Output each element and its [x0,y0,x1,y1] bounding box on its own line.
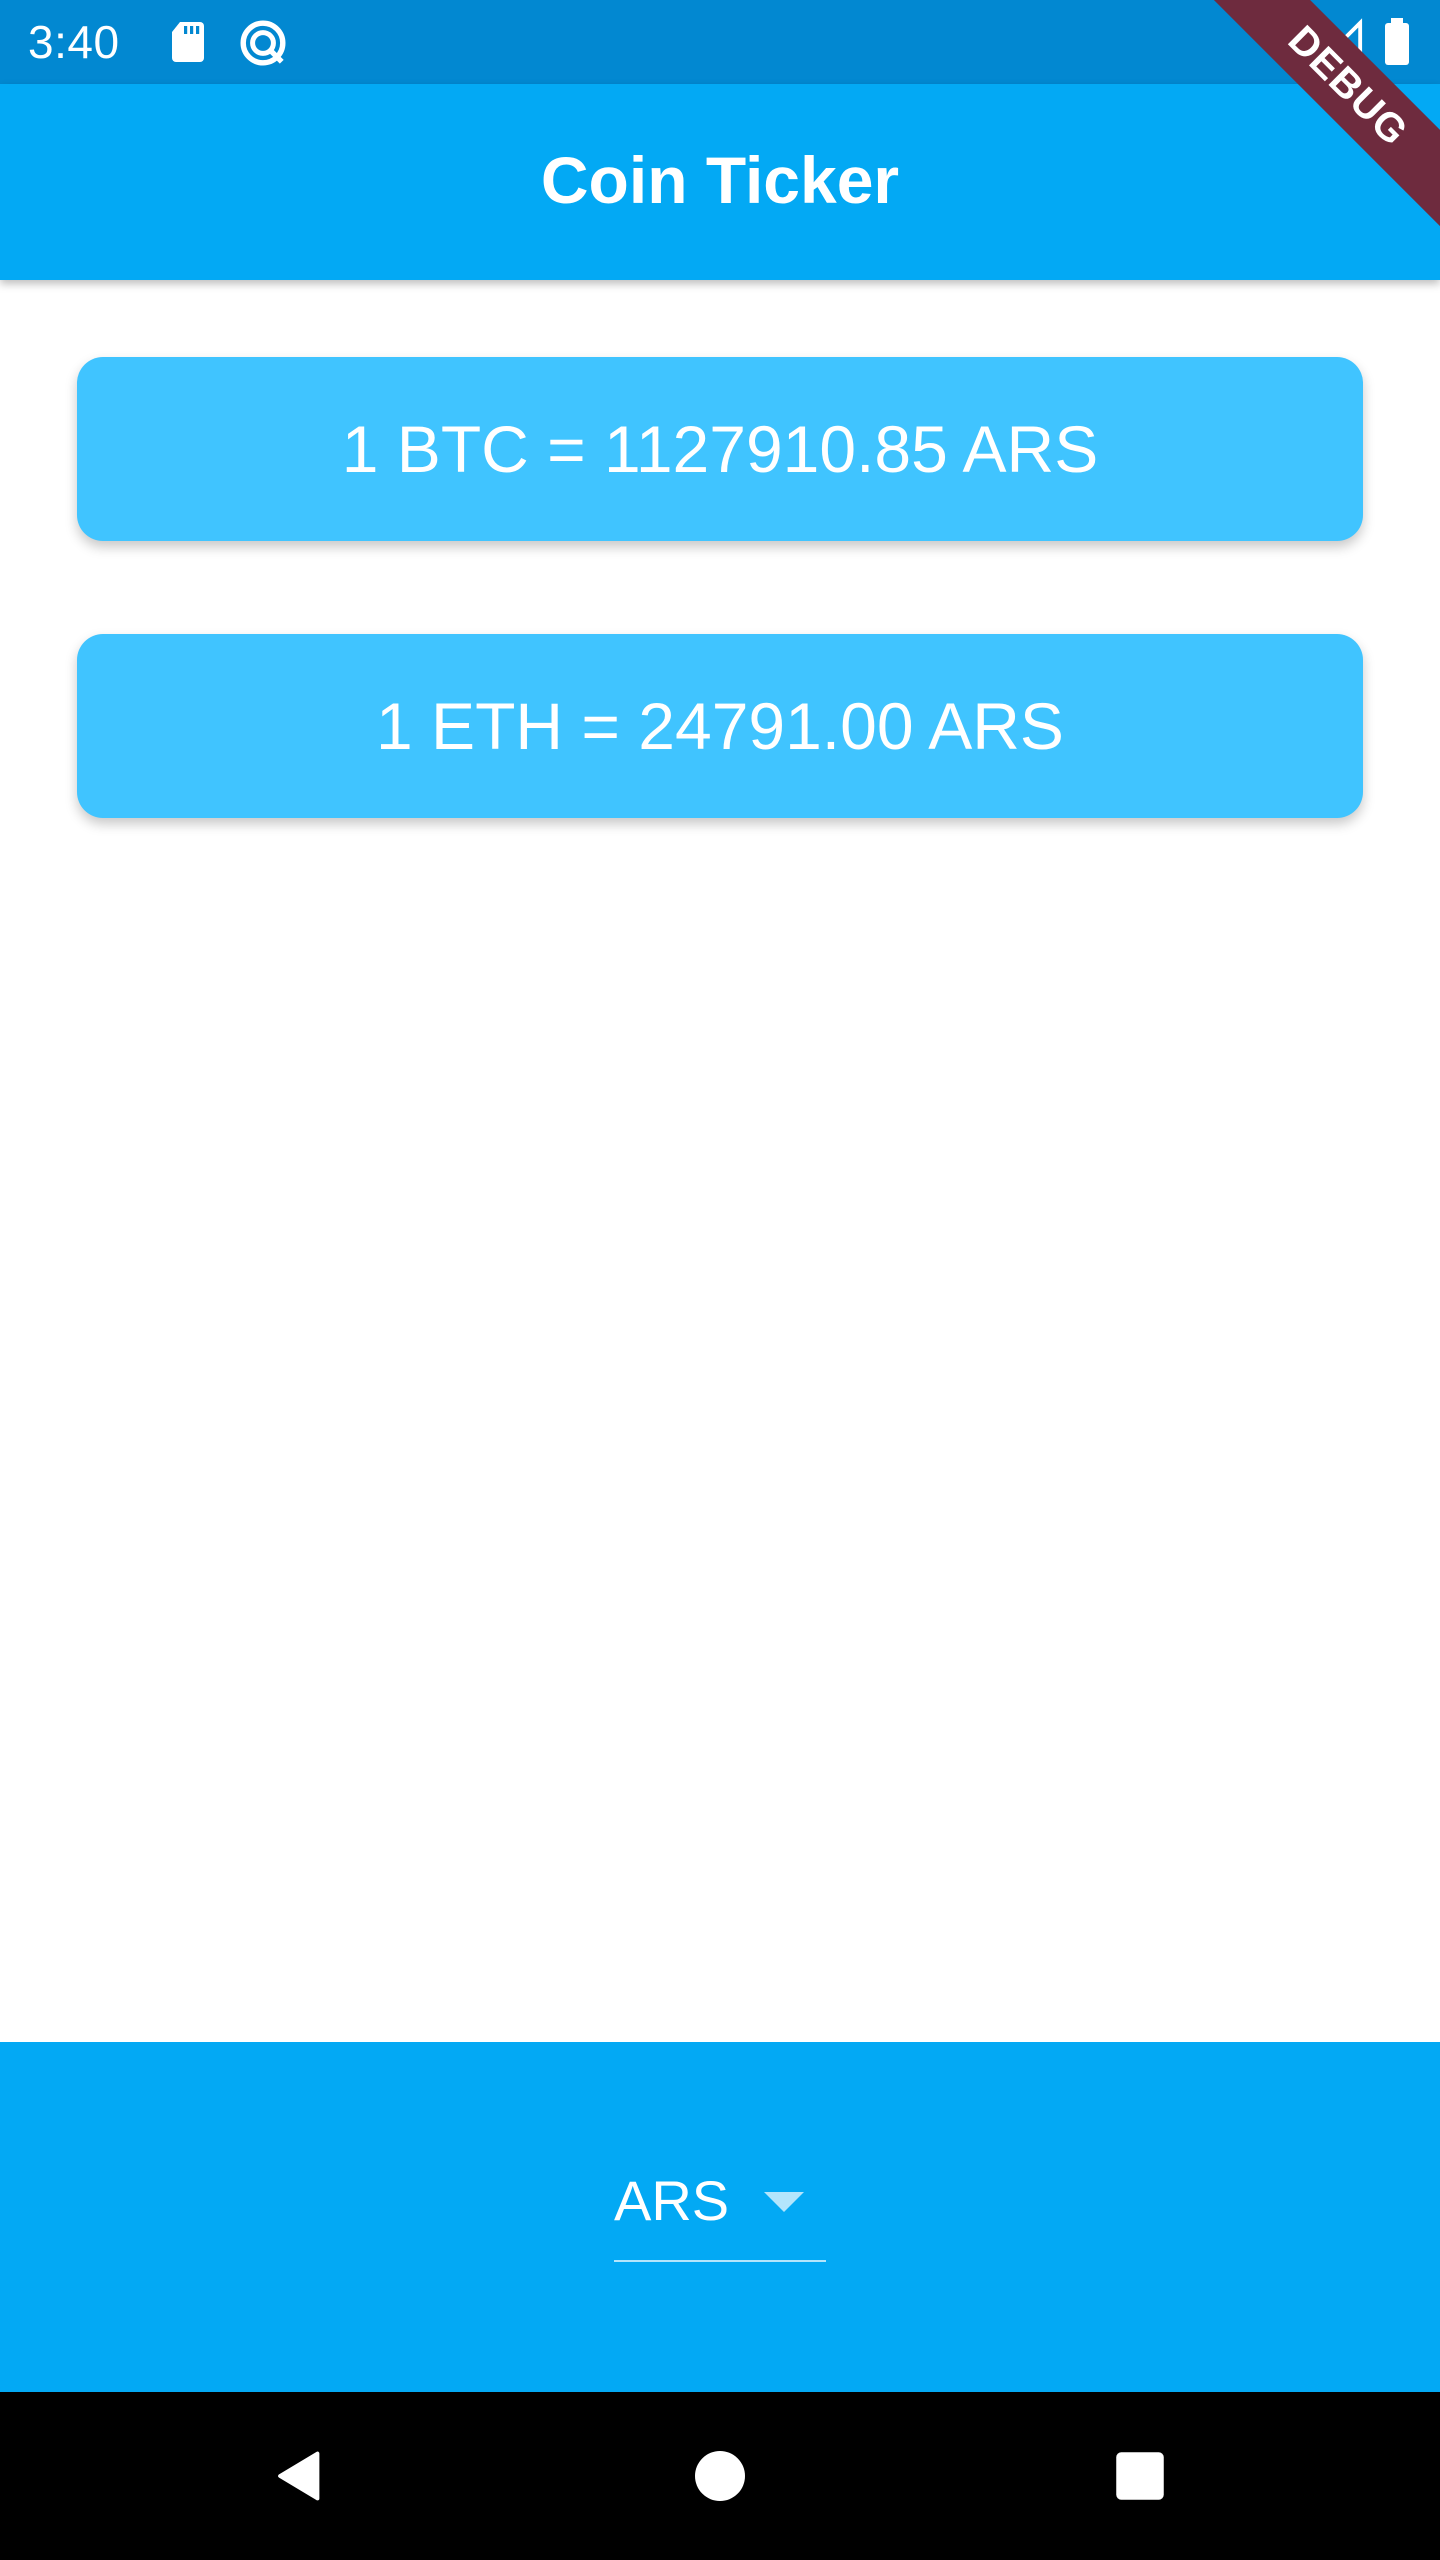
app-screen: 3:40 DEBUG Coin Ticker 1 BTC = 1127910.8… [0,0,1440,2560]
currency-dropdown-value: ARS [614,2169,730,2232]
recents-button[interactable] [1020,2392,1260,2560]
battery-icon [1380,18,1428,66]
back-button[interactable] [180,2392,420,2560]
home-button[interactable] [600,2392,840,2560]
dropdown-underline [614,2260,826,2262]
dropdown-arrow-icon [764,2192,804,2212]
eth-rate-card: 1 ETH = 24791.00 ARS [77,634,1363,818]
page-title: Coin Ticker [540,143,900,217]
currency-picker-area: ARS [0,2042,1440,2392]
btc-rate-card: 1 BTC = 1127910.85 ARS [77,357,1363,541]
sync-icon [238,18,286,66]
app-bar: Coin Ticker [0,84,1440,280]
home-icon [695,2451,745,2501]
status-bar: 3:40 [0,0,1440,84]
recents-icon [1116,2452,1164,2500]
system-nav-bar [0,2392,1440,2560]
back-icon [278,2451,320,2501]
currency-dropdown[interactable]: ARS [614,2134,826,2264]
status-time: 3:40 [28,16,120,68]
sd-card-icon [166,18,214,66]
